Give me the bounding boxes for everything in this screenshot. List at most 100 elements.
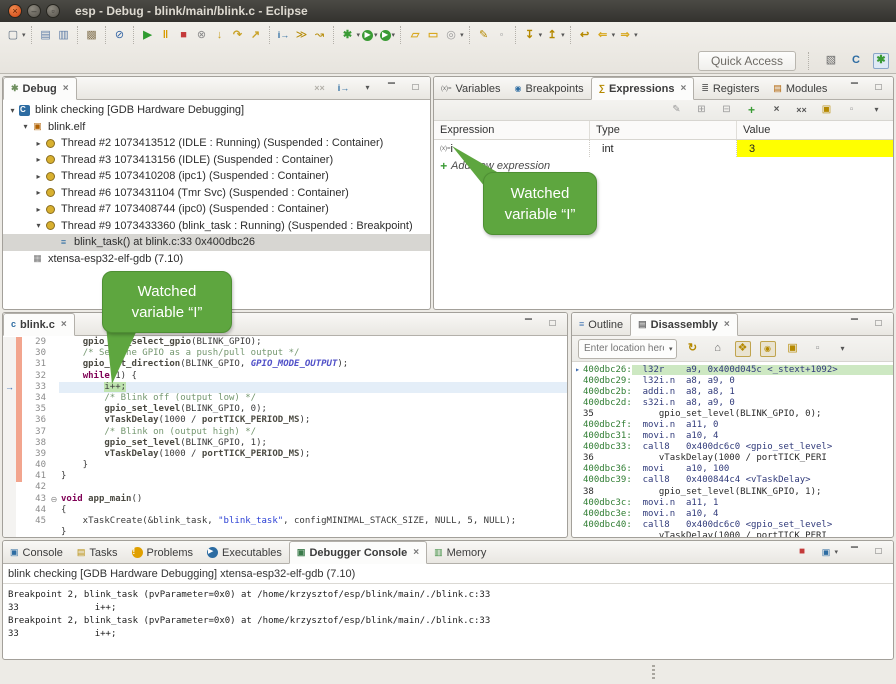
maximize-button[interactable]: □ [870, 78, 887, 98]
code-text[interactable]: /* Blink on (output high) */ [59, 427, 567, 438]
chevron-down-icon[interactable]: ▾ [634, 31, 638, 39]
new-view-button[interactable]: ▣ [818, 100, 835, 120]
code-text[interactable]: gpio_set_level(BLINK_GPIO, 0); [59, 404, 567, 415]
tab-expressions[interactable]: ∑Expressions× [591, 77, 695, 100]
disconnect-button[interactable]: ⊗ [193, 25, 211, 45]
window-close-button[interactable]: × [8, 4, 22, 18]
new-wizard-button[interactable]: ▢▾ [4, 25, 27, 45]
home-pc-button[interactable]: ⌂ [709, 339, 727, 359]
view-menu-button[interactable]: ▾ [834, 339, 852, 359]
code-text[interactable]: vTaskDelay(1000 / portTICK_PERIOD_MS); [59, 449, 567, 460]
minimize-button[interactable]: ▔ [846, 314, 863, 334]
maximize-button[interactable]: □ [870, 314, 887, 334]
next-annotation-button[interactable]: ↧▾ [521, 25, 544, 45]
new-folder-button[interactable]: ▱ [406, 25, 424, 45]
resume-button[interactable]: ▶ [139, 25, 157, 45]
code-text[interactable]: { [59, 505, 567, 516]
show-source-button[interactable]: ❖ [734, 339, 752, 359]
tree-item-blink-task-at-blink-c-33-0[interactable]: ≡blink_task() at blink.c:33 0x400dbc26 [3, 234, 430, 251]
disassembly-listing[interactable]: ▸400dbc26: l32r a9, 0x400d045c <_stext+1… [572, 362, 893, 538]
show-logical-structure-button[interactable]: ⊞ [693, 100, 710, 120]
last-edit-location-button[interactable]: ↩ [576, 25, 594, 45]
close-tab-icon[interactable]: × [413, 547, 419, 558]
build-button[interactable]: ▩ [83, 25, 101, 45]
pin-view-button[interactable]: ▫ [843, 100, 860, 120]
cpp-perspective-button[interactable]: C [847, 51, 865, 71]
tab-modules[interactable]: ▤Modules [766, 78, 834, 99]
step-return-button[interactable]: ↗ [247, 25, 265, 45]
breakpoint-margin[interactable] [3, 449, 16, 460]
sash-gripper[interactable] [652, 665, 655, 679]
remove-all-expressions-button[interactable]: ×× [793, 100, 810, 120]
minimize-button[interactable]: ▔ [846, 78, 863, 98]
tab-console[interactable]: ▣Console [3, 542, 70, 563]
code-editor[interactable]: 29 gpio_pad_select_gpio(BLINK_GPIO);30 /… [3, 336, 567, 538]
skip-all-breakpoints-button[interactable]: ⊘ [111, 25, 129, 45]
expander-icon[interactable]: ▸ [33, 139, 44, 148]
expander-icon[interactable]: ▾ [20, 122, 31, 131]
prev-annotation-button[interactable]: ↥▾ [543, 25, 566, 45]
search-button[interactable]: ◎▾ [442, 25, 465, 45]
breakpoint-margin[interactable] [3, 460, 16, 471]
expander-icon[interactable]: ▸ [33, 188, 44, 197]
show-type-names-button[interactable]: ✎ [668, 100, 685, 120]
breakpoint-margin[interactable] [3, 471, 16, 482]
location-input[interactable] [582, 342, 666, 355]
expander-icon[interactable]: ▸ [33, 205, 44, 214]
add-expression-button[interactable]: + [743, 100, 760, 120]
debug-button[interactable]: ✱▾ [339, 25, 362, 45]
chevron-down-icon[interactable]: ▾ [669, 345, 673, 353]
code-text[interactable]: } [59, 527, 567, 538]
tab-outline[interactable]: ≡Outline [572, 314, 630, 335]
tab-tasks[interactable]: ▤Tasks [70, 542, 125, 563]
code-text[interactable]: void app_main() [59, 494, 567, 505]
maximize-button[interactable]: □ [870, 542, 887, 562]
chevron-down-icon[interactable]: ▾ [612, 31, 616, 39]
collapse-all-button[interactable]: ⊟ [718, 100, 735, 120]
use-step-filters-button[interactable]: ≫ [293, 25, 311, 45]
chevron-down-icon[interactable]: ▾ [392, 31, 396, 39]
minimize-button[interactable]: ▔ [520, 314, 537, 334]
breakpoint-margin[interactable] [3, 348, 16, 359]
tab-registers[interactable]: ≣Registers [694, 78, 766, 99]
breakpoint-margin[interactable] [3, 404, 16, 415]
step-over-button[interactable]: ↷ [229, 25, 247, 45]
instruction-stepping-button[interactable]: i→ [275, 25, 293, 45]
tree-item-thread-3-1073413156-idle[interactable]: ▸Thread #3 1073413156 (IDLE) (Suspended … [3, 152, 430, 169]
maximize-button[interactable]: □ [544, 314, 561, 334]
breakpoint-margin[interactable] [3, 427, 16, 438]
minimize-button[interactable]: ▔ [846, 542, 863, 562]
tree-item-thread-9-1073433360-blink[interactable]: ▾Thread #9 1073433360 (blink_task : Runn… [3, 218, 430, 235]
chevron-down-icon[interactable]: ▾ [22, 31, 26, 39]
tab-problems[interactable]: !Problems [125, 542, 200, 563]
trace-control-button[interactable]: ↝ [311, 25, 329, 45]
chevron-down-icon[interactable]: ▾ [561, 31, 565, 39]
tab-blink-c[interactable]: cblink.c× [3, 313, 75, 336]
code-text[interactable]: /* Blink off (output low) */ [59, 393, 567, 404]
forward-button[interactable]: ⇒▾ [616, 25, 639, 45]
tree-item-blink-checking-gdb-hardware[interactable]: ▾Cblink checking [GDB Hardware Debugging… [3, 102, 430, 119]
breakpoint-margin[interactable] [3, 337, 16, 348]
breakpoint-margin[interactable] [3, 527, 16, 538]
chevron-down-icon[interactable]: ▾ [374, 31, 378, 39]
view-menu-button[interactable]: ▾ [868, 100, 885, 120]
terminate-button[interactable]: ■ [175, 25, 193, 45]
breakpoint-margin[interactable] [3, 505, 16, 516]
column-header-value[interactable]: Value [737, 121, 893, 139]
breakpoint-margin[interactable] [3, 415, 16, 426]
tree-item-blink-elf[interactable]: ▾▣blink.elf [3, 119, 430, 136]
remove-expression-button[interactable]: × [768, 100, 785, 120]
code-text[interactable] [59, 482, 567, 493]
breakpoint-margin[interactable] [3, 516, 16, 527]
code-text[interactable]: gpio_set_level(BLINK_GPIO, 1); [59, 438, 567, 449]
paintbrush-button[interactable]: ✎ [475, 25, 493, 45]
display-selected-console-button[interactable]: ▣▾ [817, 542, 839, 562]
open-perspective-button[interactable]: ▧ [822, 51, 840, 71]
breakpoint-margin[interactable] [3, 494, 16, 505]
chevron-down-icon[interactable]: ▾ [834, 548, 838, 556]
breakpoint-margin[interactable] [3, 393, 16, 404]
chevron-down-icon[interactable]: ▾ [539, 31, 543, 39]
breakpoint-margin[interactable] [3, 438, 16, 449]
breakpoint-margin[interactable] [3, 482, 16, 493]
tree-item-thread-6-1073431104-tmr-sv[interactable]: ▸Thread #6 1073431104 (Tmr Svc) (Suspend… [3, 185, 430, 202]
